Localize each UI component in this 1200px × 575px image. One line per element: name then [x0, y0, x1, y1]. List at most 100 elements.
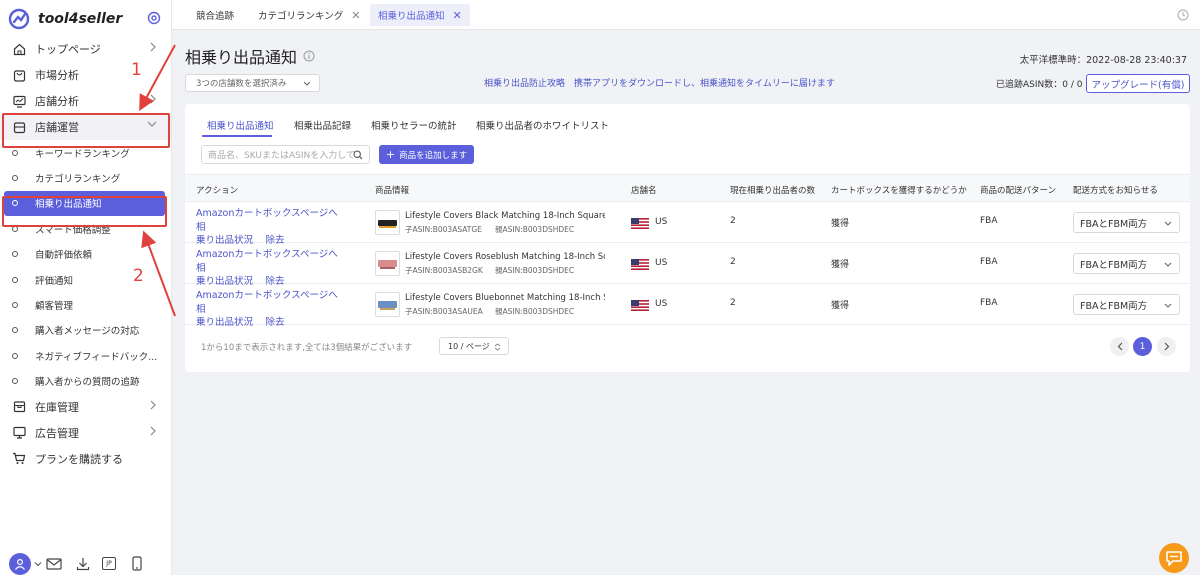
child-asin: 子ASIN:B003ASB2GK: [405, 266, 483, 275]
subtab-hijack-records[interactable]: 相乗出品記録: [294, 118, 351, 132]
product-title[interactable]: Lifestyle Covers Black Matching 18-Inch …: [405, 211, 605, 221]
subtab-seller-stats[interactable]: 相乗りセラーの統計: [371, 118, 457, 132]
sidebar-item-label: プランを購読する: [35, 452, 123, 466]
clock-icon[interactable]: [1177, 9, 1189, 21]
subtab-hijack-alert[interactable]: 相乗り出品通知: [207, 118, 274, 132]
box-icon: [12, 400, 26, 414]
column-header: 商品の配送パターン: [980, 186, 1057, 196]
seller-count: 2: [730, 257, 736, 267]
next-page-button[interactable]: [1157, 337, 1176, 356]
table-row: Amazonカートボックスページへ 相乗り出品状況 除去 Lifestyle C…: [185, 202, 1190, 246]
chat-button[interactable]: [1159, 543, 1189, 573]
product-title[interactable]: Lifestyle Covers Bluebonnet Matching 18-…: [405, 293, 605, 303]
action-links[interactable]: Amazonカートボックスページへ 相乗り出品状況 除去: [196, 248, 356, 289]
parent-asin: 親ASIN:B003DSHDEC: [495, 266, 575, 275]
notify-method-select[interactable]: FBAとFBM両方: [1073, 212, 1180, 233]
tab-label: 相乗り出品通知: [378, 11, 445, 22]
search-placeholder: 商品名、SKUまたはASINを入力して: [208, 151, 355, 161]
product-image-icon: [378, 219, 397, 228]
main-card: 相乗り出品通知 相乗出品記録 相乗りセラーの統計 相乗り出品者のホワイトリスト …: [185, 104, 1190, 372]
search-icon[interactable]: [353, 150, 363, 160]
column-header: カートボックスを獲得するかどうか: [831, 186, 967, 196]
column-header: 現在相乗り出品者の数: [730, 186, 816, 196]
subtab-whitelist[interactable]: 相乗り出品者のホワイトリスト: [476, 118, 609, 132]
search-input[interactable]: 商品名、SKUまたはASINを入力して: [201, 145, 370, 164]
tab-bar: 競合追跡 カテゴリランキング ✕ 相乗り出品通知 ✕: [172, 0, 1200, 30]
language-button[interactable]: JP: [102, 557, 116, 570]
mail-icon[interactable]: [46, 557, 62, 570]
product-thumbnail[interactable]: [375, 251, 400, 276]
arrow-to-store-ops: [139, 44, 176, 112]
store-country: US: [655, 258, 668, 268]
fulfillment-type: FBA: [980, 298, 998, 308]
column-header: アクション: [196, 186, 239, 196]
add-product-button[interactable]: + 商品を追加します: [379, 145, 474, 164]
buybox-status: 獲得: [831, 301, 850, 311]
notify-method-value: FBAとFBM両方: [1080, 218, 1148, 230]
chevron-updown-icon: [494, 343, 501, 351]
child-asin: 子ASIN:B003ASAUEA: [405, 307, 483, 316]
chevron-down-icon: [1164, 221, 1172, 226]
chevron-down-icon: [1164, 303, 1172, 308]
tab-label: 競合追跡: [196, 11, 235, 22]
fulfillment-type: FBA: [980, 216, 998, 226]
sidebar-item-subscribe[interactable]: プランを購読する: [0, 446, 171, 472]
annotation-step-2: 2: [133, 266, 144, 286]
sidebar-subitem-label: 購入者からの質問の追跡: [35, 377, 140, 389]
prev-page-button[interactable]: [1110, 337, 1129, 356]
product-image-icon: [378, 259, 397, 269]
close-icon[interactable]: ✕: [351, 9, 360, 22]
promo-link[interactable]: 相乗り出品防止攻略 携帯アプリをダウンロードし、相乗通知をタイムリーに届けます: [484, 76, 835, 89]
page-button-current[interactable]: 1: [1133, 337, 1152, 356]
action-link[interactable]: Amazonカートボックスページへ 相: [196, 289, 356, 316]
add-product-label: 商品を追加します: [399, 150, 468, 161]
plus-icon: +: [385, 148, 396, 161]
buybox-status: 獲得: [831, 260, 850, 270]
tab-category-ranking[interactable]: カテゴリランキング ✕: [250, 4, 368, 26]
download-icon[interactable]: [76, 557, 90, 571]
tab-hijack-alert[interactable]: 相乗り出品通知 ✕: [370, 4, 470, 26]
monitor-icon: [12, 426, 26, 440]
us-flag-icon: [631, 259, 649, 270]
product-image-icon: [378, 300, 397, 310]
action-link[interactable]: 乗り出品状況 除去: [196, 316, 356, 330]
product-title[interactable]: Lifestyle Covers Roseblush Matching 18-I…: [405, 252, 605, 262]
us-flag-icon: [631, 218, 649, 229]
close-icon[interactable]: ✕: [453, 9, 462, 22]
store-country: US: [655, 299, 668, 309]
parent-asin: 親ASIN:B003DSHDEC: [495, 225, 575, 234]
sidebar-subitem-buyer-questions[interactable]: 購入者からの質問の追跡: [0, 369, 171, 394]
store-select[interactable]: 3つの店舗数を選択済み: [185, 74, 320, 92]
action-link[interactable]: Amazonカートボックスページへ 相: [196, 207, 356, 234]
chevron-down-icon: [303, 81, 311, 86]
chevron-down-icon[interactable]: [34, 560, 42, 568]
info-icon[interactable]: [303, 50, 315, 62]
annotation-step-1: 1: [131, 60, 142, 80]
action-link[interactable]: Amazonカートボックスページへ 相: [196, 248, 356, 275]
notify-method-select[interactable]: FBAとFBM両方: [1073, 294, 1180, 315]
sidebar-subitem-negative-feedback[interactable]: ネガティブフィードバック...: [0, 343, 171, 368]
chevron-right-icon: [150, 426, 156, 436]
page-title: 相乗り出品通知: [185, 44, 315, 68]
sidebar-item-inventory[interactable]: 在庫管理: [0, 394, 171, 420]
timezone-clock: 太平洋標準時：2022-08-28 23:40:37: [1019, 55, 1187, 66]
sidebar-item-label: 広告管理: [35, 426, 79, 440]
mobile-icon[interactable]: [132, 556, 142, 571]
product-thumbnail[interactable]: [375, 210, 400, 235]
chevron-down-icon: [1164, 262, 1172, 267]
notify-method-select[interactable]: FBAとFBM両方: [1073, 253, 1180, 274]
action-links[interactable]: Amazonカートボックスページへ 相乗り出品状況 除去: [196, 207, 356, 248]
tracked-asin-count: 已追跡ASIN数：0 / 0: [996, 80, 1083, 90]
sidebar-item-ads[interactable]: 広告管理: [0, 420, 171, 446]
bullet-icon: [12, 352, 18, 359]
column-header: 配送方式をお知らせる: [1073, 186, 1158, 196]
buybox-status: 獲得: [831, 219, 850, 229]
avatar[interactable]: [9, 552, 31, 575]
sidebar-subitem-label: ネガティブフィードバック...: [35, 351, 158, 363]
action-links[interactable]: Amazonカートボックスページへ 相乗り出品状況 除去: [196, 289, 356, 330]
cart-icon: [12, 452, 26, 466]
product-thumbnail[interactable]: [375, 292, 400, 317]
upgrade-button[interactable]: アップグレード(有償): [1086, 74, 1190, 93]
sidebar-bottom-bar: JP: [0, 552, 172, 575]
page-size-select[interactable]: 10 / ページ: [439, 337, 509, 355]
